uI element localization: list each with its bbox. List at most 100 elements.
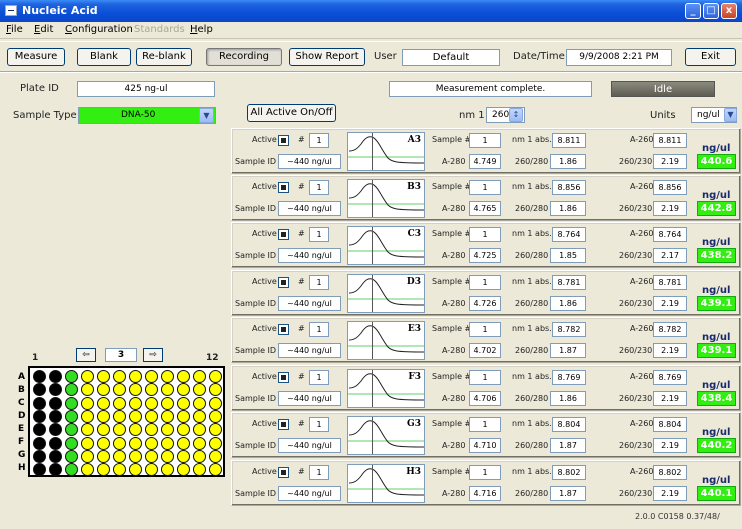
well-f10[interactable]	[177, 436, 190, 450]
well-c11[interactable]	[193, 396, 206, 410]
well-g2[interactable]	[49, 449, 62, 463]
well-b6[interactable]	[113, 383, 126, 397]
sample-id-field[interactable]: ~440 ng/ul	[278, 154, 341, 169]
show-report-button[interactable]: Show Report	[289, 48, 365, 66]
sample-num-field[interactable]: 1	[469, 180, 501, 195]
well-f5[interactable]	[97, 436, 110, 450]
menu-configuration[interactable]: Configuration	[65, 24, 133, 35]
well-e1[interactable]	[33, 423, 46, 437]
well-f3[interactable]	[65, 436, 78, 450]
well-e10[interactable]	[177, 423, 190, 437]
well-h4[interactable]	[81, 463, 94, 477]
measure-button[interactable]: Measure	[7, 48, 65, 66]
well-d7[interactable]	[129, 409, 142, 423]
well-h7[interactable]	[129, 463, 142, 477]
arrow-right-icon[interactable]: ⇨	[143, 348, 163, 362]
plate-page-field[interactable]: 3	[105, 348, 137, 362]
well-d12[interactable]	[209, 409, 222, 423]
well-b10[interactable]	[177, 383, 190, 397]
well-f6[interactable]	[113, 436, 126, 450]
well-e2[interactable]	[49, 423, 62, 437]
well-f9[interactable]	[161, 436, 174, 450]
well-b7[interactable]	[129, 383, 142, 397]
well-e9[interactable]	[161, 423, 174, 437]
well-c12[interactable]	[209, 396, 222, 410]
sample-num-field[interactable]: 1	[469, 275, 501, 290]
num-field[interactable]: 1	[309, 180, 329, 195]
well-e7[interactable]	[129, 423, 142, 437]
num-field[interactable]: 1	[309, 133, 329, 148]
well-b1[interactable]	[33, 383, 46, 397]
well-a10[interactable]	[177, 370, 190, 383]
plate-id-field[interactable]: 425 ng-ul	[77, 81, 215, 97]
exit-button[interactable]: Exit	[685, 48, 736, 66]
well-b12[interactable]	[209, 383, 222, 397]
well-h9[interactable]	[161, 463, 174, 477]
close-button[interactable]: x	[721, 3, 737, 19]
well-h6[interactable]	[113, 463, 126, 477]
well-c9[interactable]	[161, 396, 174, 410]
well-c7[interactable]	[129, 396, 142, 410]
well-a2[interactable]	[49, 370, 62, 383]
menu-file[interactable]: File	[6, 24, 23, 35]
well-a1[interactable]	[33, 370, 46, 383]
well-f4[interactable]	[81, 436, 94, 450]
active-checkbox[interactable]	[278, 419, 289, 430]
well-h10[interactable]	[177, 463, 190, 477]
well-h12[interactable]	[209, 463, 222, 477]
well-g1[interactable]	[33, 449, 46, 463]
well-e3[interactable]	[65, 423, 78, 437]
active-checkbox[interactable]	[278, 182, 289, 193]
well-h8[interactable]	[145, 463, 158, 477]
maximize-button[interactable]: □	[703, 3, 719, 19]
well-h11[interactable]	[193, 463, 206, 477]
well-f1[interactable]	[33, 436, 46, 450]
sample-id-field[interactable]: ~440 ng/ul	[278, 201, 341, 216]
sample-num-field[interactable]: 1	[469, 370, 501, 385]
well-e11[interactable]	[193, 423, 206, 437]
well-a11[interactable]	[193, 370, 206, 383]
well-d5[interactable]	[97, 409, 110, 423]
menu-edit[interactable]: Edit	[34, 24, 53, 35]
sample-id-field[interactable]: ~440 ng/ul	[278, 486, 341, 501]
well-d3[interactable]	[65, 409, 78, 423]
num-field[interactable]: 1	[309, 322, 329, 337]
sample-id-field[interactable]: ~440 ng/ul	[278, 438, 341, 453]
well-d2[interactable]	[49, 409, 62, 423]
chevron-down-icon[interactable]: ▼	[199, 108, 214, 123]
active-checkbox[interactable]	[278, 277, 289, 288]
well-g4[interactable]	[81, 449, 94, 463]
blank-button[interactable]: Blank	[77, 48, 131, 66]
well-g8[interactable]	[145, 449, 158, 463]
sample-num-field[interactable]: 1	[469, 465, 501, 480]
well-d6[interactable]	[113, 409, 126, 423]
well-b3[interactable]	[65, 383, 78, 397]
num-field[interactable]: 1	[309, 370, 329, 385]
well-b4[interactable]	[81, 383, 94, 397]
num-field[interactable]: 1	[309, 417, 329, 432]
num-field[interactable]: 1	[309, 275, 329, 290]
well-b2[interactable]	[49, 383, 62, 397]
well-d10[interactable]	[177, 409, 190, 423]
well-c2[interactable]	[49, 396, 62, 410]
all-active-button[interactable]: All Active On/Off	[247, 104, 336, 122]
well-d9[interactable]	[161, 409, 174, 423]
well-a8[interactable]	[145, 370, 158, 383]
well-f12[interactable]	[209, 436, 222, 450]
sample-num-field[interactable]: 1	[469, 417, 501, 432]
well-b9[interactable]	[161, 383, 174, 397]
well-f8[interactable]	[145, 436, 158, 450]
well-e4[interactable]	[81, 423, 94, 437]
well-f7[interactable]	[129, 436, 142, 450]
well-g9[interactable]	[161, 449, 174, 463]
well-c10[interactable]	[177, 396, 190, 410]
well-plate[interactable]	[28, 366, 225, 477]
active-checkbox[interactable]	[278, 467, 289, 478]
well-f11[interactable]	[193, 436, 206, 450]
sample-id-field[interactable]: ~440 ng/ul	[278, 343, 341, 358]
well-g7[interactable]	[129, 449, 142, 463]
well-c8[interactable]	[145, 396, 158, 410]
spinner-arrows-icon[interactable]: ↕	[509, 108, 523, 122]
well-e8[interactable]	[145, 423, 158, 437]
chevron-down-icon[interactable]: ▼	[724, 108, 737, 122]
